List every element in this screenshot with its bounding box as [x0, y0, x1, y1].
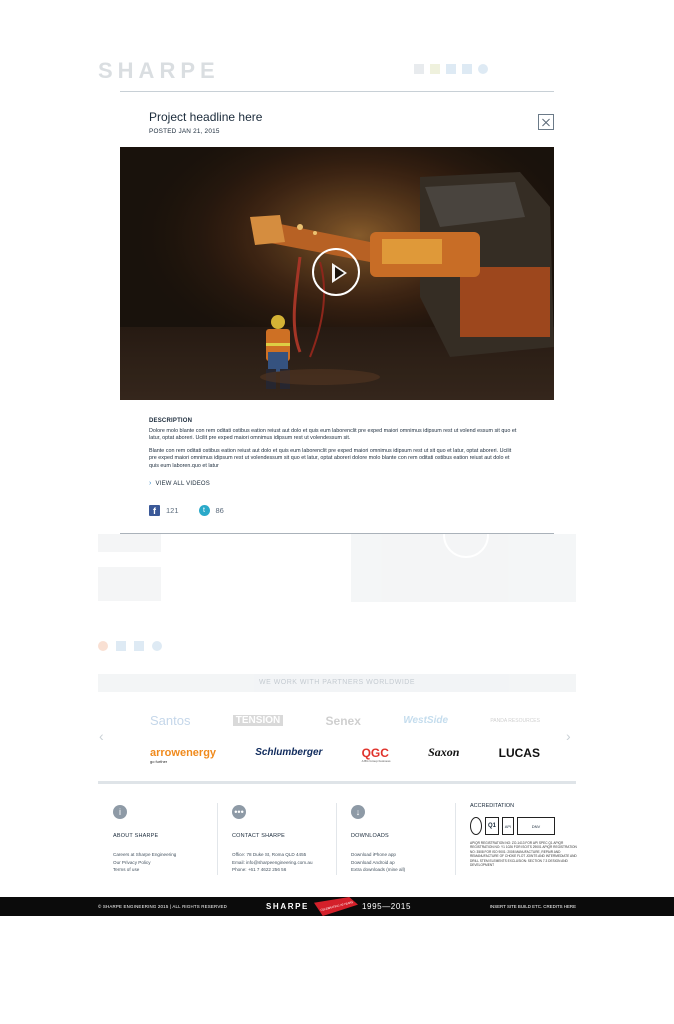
news-thumb[interactable]: [98, 534, 161, 552]
partner-logo-tension[interactable]: TENSION: [232, 715, 284, 726]
footer-link[interactable]: Terms of use: [113, 866, 216, 874]
footer-downloads-heading: DOWNLOADS: [351, 833, 389, 839]
description-paragraph: Blante con rem oditati ostibus eation re…: [149, 448, 512, 469]
footer-link[interactable]: Extra downloads (mine all): [351, 866, 454, 874]
header-social: [414, 64, 488, 74]
qgc-logo-text: QGC: [361, 745, 389, 760]
dnv-badge: DNV: [517, 817, 555, 835]
footer-about: i ABOUT SHARPE Careers at Sharpe Enginee…: [98, 803, 216, 875]
partner-logo-westside[interactable]: WestSide: [403, 715, 448, 726]
view-all-label: VIEW ALL VIDEOS: [155, 481, 210, 487]
chat-icon: •••: [232, 805, 246, 819]
facebook-icon[interactable]: [116, 641, 126, 651]
facebook-count: 121: [166, 506, 179, 515]
anniversary-years: 1995—2015: [362, 902, 411, 911]
twitter-count: 86: [215, 506, 224, 515]
site-credits[interactable]: INSERT SITE BUILD ETC. CREDITS HERE: [490, 904, 576, 909]
footer-address: Office: 78 Duke St, Roma QLD 4455: [232, 852, 307, 857]
partners-row-1: Santos TENSION Senex WestSide PANDA RESO…: [150, 713, 540, 728]
footer-contact: ••• CONTACT SHARPE Office: 78 Duke St, R…: [217, 803, 335, 875]
api-monogram-icon: [470, 817, 482, 835]
description-heading: DESCRIPTION: [149, 418, 193, 424]
video-player[interactable]: [120, 147, 554, 400]
anniversary-ribbon: CELEBRATING 20 YEARS: [314, 897, 358, 916]
partners-prev-arrow[interactable]: ‹: [99, 728, 104, 744]
footer-downloads: ↓ DOWNLOADS Download iPhone app Download…: [336, 803, 454, 875]
accreditation-badges: Q1 API DNV: [470, 817, 576, 835]
twitter-icon[interactable]: [152, 641, 162, 651]
share-counts: f 121 t 86: [149, 505, 224, 516]
accreditation-text: APIQR REGISTRATION NO: ZO-1413 FOR API S…: [470, 841, 577, 868]
news-social: [98, 641, 162, 651]
footer-divider: [98, 781, 576, 784]
chevron-right-icon: ›: [149, 480, 152, 487]
partner-logo-schlumberger[interactable]: Schlumberger: [255, 747, 322, 758]
partner-logo-qgc[interactable]: QGC A BG Group business: [361, 745, 391, 763]
partners-next-arrow[interactable]: ›: [566, 728, 571, 744]
footer-about-heading: ABOUT SHARPE: [113, 833, 159, 839]
close-button[interactable]: [538, 114, 554, 130]
partner-logo-lucas[interactable]: LUCAS: [499, 746, 540, 760]
arrow-logo-tagline: go further: [150, 758, 168, 764]
footer-link[interactable]: Careers at Sharpe Engineering: [113, 851, 216, 859]
arrow-logo-text: arrowenergy: [150, 746, 217, 759]
partners-row-2: arrowenergy go further Schlumberger QGC …: [150, 745, 540, 764]
footer-link[interactable]: Download Android ap: [351, 859, 454, 867]
accreditation-heading: ACCREDITATION: [470, 803, 515, 809]
news-thumb[interactable]: [98, 567, 161, 601]
bottom-bar: © SHARPE ENGINEERING 2015 | ALL RIGHTS R…: [0, 897, 674, 916]
q1-badge: Q1: [485, 817, 499, 835]
video-modal: Project headline here POSTED JAN 21, 201…: [120, 91, 554, 534]
modal-title: Project headline here: [149, 110, 263, 124]
view-all-videos-link[interactable]: › VIEW ALL VIDEOS: [149, 480, 210, 487]
android-icon[interactable]: [430, 64, 440, 74]
api-badge: API: [502, 817, 514, 835]
linkedin-icon[interactable]: [462, 64, 472, 74]
footer-email-link[interactable]: Email: info@sharpeengineering.com.au: [232, 859, 335, 867]
ribbon-text: CELEBRATING 20 YEARS: [320, 899, 354, 913]
share-icon[interactable]: [98, 641, 108, 651]
modal-date: POSTED JAN 21, 2015: [149, 128, 220, 135]
linkedin-icon[interactable]: [134, 641, 144, 651]
partner-logo-senex[interactable]: Senex: [326, 714, 361, 728]
twitter-icon[interactable]: t: [198, 505, 210, 516]
partners-title: WE WORK WITH PARTNERS WORLDWIDE: [98, 674, 576, 692]
footer-link[interactable]: Our Privacy Policy: [113, 859, 216, 867]
twitter-icon[interactable]: [478, 64, 488, 74]
info-icon: i: [113, 805, 127, 819]
partner-logo-santos[interactable]: Santos: [150, 713, 190, 728]
description-paragraph: Dolore molo blante con rem oditati ostib…: [149, 428, 517, 442]
site-logo[interactable]: SHARPE: [98, 58, 220, 84]
partner-logo-arrow[interactable]: arrowenergy go further: [150, 746, 217, 764]
footer-accreditation: ACCREDITATION Q1 API DNV APIQR REGISTRAT…: [455, 803, 577, 875]
facebook-icon[interactable]: [446, 64, 456, 74]
footer-phone: Phone: +61 7 4622 256 56: [232, 867, 287, 872]
partner-logo-saxon[interactable]: Saxon: [428, 745, 459, 760]
copyright: © SHARPE ENGINEERING 2015 | ALL RIGHTS R…: [98, 904, 227, 909]
play-button[interactable]: [312, 248, 360, 296]
background-video-thumb[interactable]: [351, 512, 576, 602]
download-icon: ↓: [351, 805, 365, 819]
partner-logo-panda[interactable]: PANDA RESOURCES: [490, 718, 540, 724]
footer-link[interactable]: Download iPhone app: [351, 851, 454, 859]
facebook-icon[interactable]: f: [149, 505, 160, 516]
footer-contact-heading: CONTACT SHARPE: [232, 833, 286, 839]
footer-logo[interactable]: SHARPE: [266, 902, 309, 911]
apple-icon[interactable]: [414, 64, 424, 74]
qgc-logo-tagline: A BG Group business: [361, 758, 391, 763]
